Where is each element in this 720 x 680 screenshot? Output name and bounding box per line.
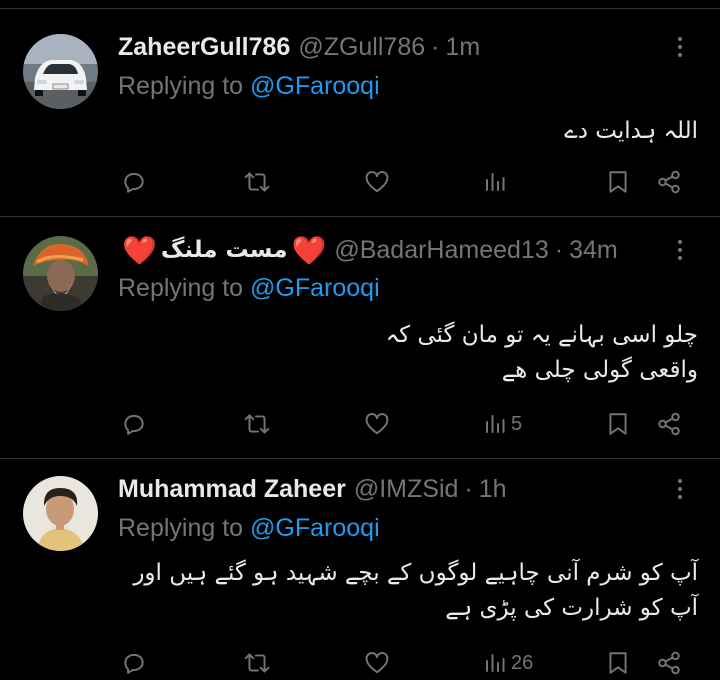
- reply-mention-link[interactable]: @GFarooqi: [250, 72, 380, 100]
- tweet-body-line: واقعی گولی چلی ھے: [501, 357, 698, 383]
- views-icon: [486, 173, 505, 191]
- tweet-actions: 26: [0, 646, 720, 680]
- views-count: 5: [511, 412, 523, 435]
- bookmark-icon[interactable]: [607, 165, 629, 199]
- reply-icon[interactable]: [121, 646, 147, 680]
- tweet-body: آپ کو شرم آنی چاہیے لوگوں کے بچے شہید ہو…: [118, 556, 698, 626]
- reply-mention-link[interactable]: @GFarooqi: [250, 514, 380, 542]
- separator-dot: ·: [431, 32, 440, 61]
- views-icon: [486, 415, 505, 433]
- avatar-car[interactable]: [23, 34, 98, 109]
- bookmark-icon[interactable]: [607, 407, 629, 441]
- tweet-header: Muhammad Zaheer @IMZSid · 1h: [118, 472, 507, 506]
- top-divider: [0, 8, 720, 9]
- display-name[interactable]: ZaheerGull786: [118, 33, 290, 62]
- tweet-body-line: آپ کو شرم آنی چاہیے لوگوں کے بچے شہید ہو…: [133, 560, 698, 586]
- heart-emoji-icon: ❤️: [122, 234, 157, 266]
- user-handle[interactable]: @ZGull786: [298, 33, 425, 62]
- user-handle[interactable]: @IMZSid: [354, 475, 459, 504]
- retweet-icon[interactable]: [243, 646, 271, 680]
- separator-dot: ·: [554, 235, 564, 264]
- replying-to-label: Replying to: [118, 72, 244, 100]
- tweet-actions: [0, 165, 720, 199]
- bookmark-icon[interactable]: [607, 646, 629, 680]
- tweet-body-line: اللہ ہدایت دے: [564, 118, 698, 144]
- display-name[interactable]: Muhammad Zaheer: [118, 475, 346, 504]
- timestamp[interactable]: 1m: [445, 33, 480, 62]
- heart-emoji-icon: ❤️: [291, 234, 327, 266]
- share-icon[interactable]: [656, 646, 682, 680]
- replying-to-label: Replying to: [118, 274, 244, 302]
- reply-mention-link[interactable]: @GFarooqi: [250, 274, 380, 302]
- views-button[interactable]: [483, 165, 511, 199]
- tweet-body: چلو اسی بہانے یہ تو مان گئی کہ واقعی گول…: [118, 318, 698, 388]
- display-name[interactable]: مست ملنگ: [161, 237, 288, 263]
- tweet-actions: 5: [0, 407, 720, 441]
- tweet-header: ZaheerGull786 @ZGull786 · 1m: [118, 30, 480, 64]
- reply-icon[interactable]: [121, 165, 147, 199]
- share-icon[interactable]: [656, 165, 682, 199]
- views-button[interactable]: 5: [483, 407, 522, 441]
- views-count: 26: [511, 651, 534, 674]
- replying-to-label: Replying to: [118, 514, 244, 542]
- more-options-icon[interactable]: [670, 233, 690, 267]
- more-options-icon[interactable]: [670, 30, 690, 64]
- user-handle[interactable]: @BadarHameed13: [334, 236, 548, 265]
- tweet-body-line: چلو اسی بہانے یہ تو مان گئی کہ: [385, 322, 698, 348]
- timestamp[interactable]: 34m: [569, 236, 618, 265]
- reply-icon[interactable]: [121, 407, 147, 441]
- replying-to: Replying to @GFarooqi: [118, 72, 380, 101]
- separator-dot: ·: [464, 474, 473, 503]
- retweet-icon[interactable]: [243, 407, 271, 441]
- views-button[interactable]: 26: [483, 646, 533, 680]
- avatar-user-badar[interactable]: [23, 236, 98, 311]
- tweet-header: ❤️ مست ملنگ ❤️ @BadarHameed13 · 34m: [118, 233, 618, 267]
- avatar-user-zaheer[interactable]: [23, 476, 98, 551]
- like-icon[interactable]: [364, 646, 390, 680]
- like-icon[interactable]: [364, 165, 390, 199]
- like-icon[interactable]: [364, 407, 390, 441]
- timestamp[interactable]: 1h: [479, 475, 507, 504]
- replying-to: Replying to @GFarooqi: [118, 274, 380, 303]
- tweet-divider: [0, 216, 720, 217]
- replying-to: Replying to @GFarooqi: [118, 514, 380, 543]
- tweet-body: اللہ ہدایت دے: [118, 114, 698, 149]
- retweet-icon[interactable]: [243, 165, 271, 199]
- more-options-icon[interactable]: [670, 472, 690, 506]
- share-icon[interactable]: [656, 407, 682, 441]
- tweet-body-line: آپ کو شرارت کی پڑی ہے: [445, 595, 698, 621]
- views-icon: [486, 654, 505, 672]
- tweet-divider: [0, 458, 720, 459]
